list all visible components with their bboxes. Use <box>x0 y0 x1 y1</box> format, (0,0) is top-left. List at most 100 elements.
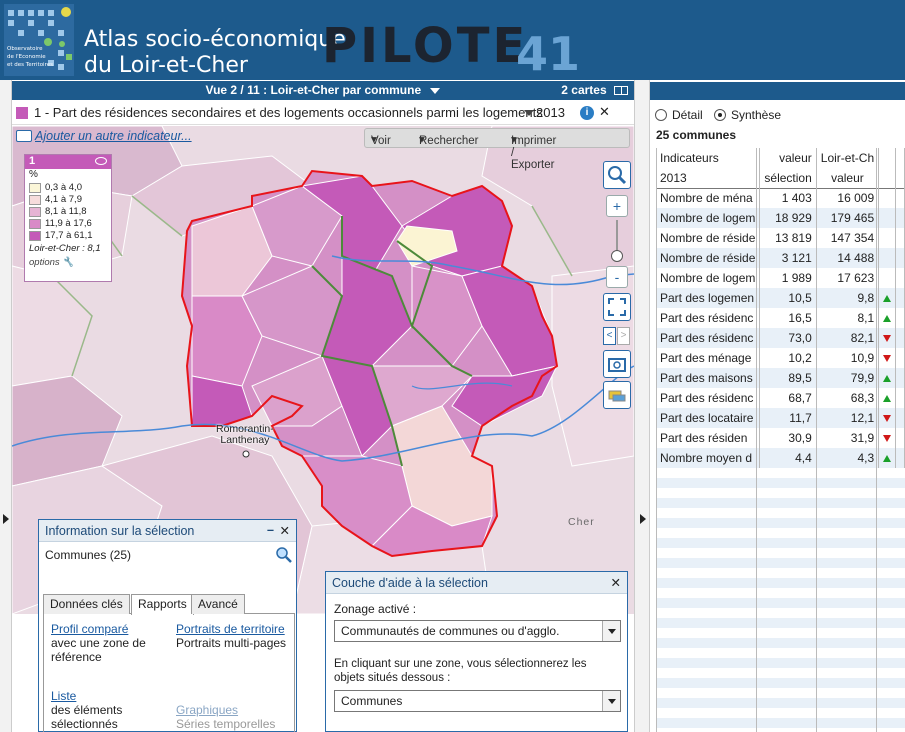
full-extent-button[interactable] <box>603 293 631 321</box>
indicator-dropdown-icon[interactable] <box>524 110 534 116</box>
tab-avance[interactable]: Avancé <box>191 594 245 614</box>
portraits-block: Portraits de territoire Portraits multi-… <box>176 622 286 650</box>
radio-synthese[interactable] <box>714 109 726 121</box>
indicator-name: Part des résiden <box>656 428 761 448</box>
selection-value: 89,5 <box>759 368 817 388</box>
table-row[interactable]: Nombre de ména 1 403 16 009 <box>656 188 905 208</box>
tab-strip: Données clés Rapports Avancé <box>43 594 295 615</box>
close-indicator-icon[interactable]: ✕ <box>599 104 610 120</box>
table-row[interactable]: Part des résidenc 68,7 68,3 <box>656 388 905 408</box>
imprimer-menu[interactable]: Imprimer / Exporter ▾ <box>511 132 556 171</box>
tab-rapports[interactable]: Rapports <box>131 594 194 615</box>
graph-link[interactable]: Graphiques <box>176 703 275 717</box>
maps-count[interactable]: 2 cartes <box>561 83 628 97</box>
table-row[interactable]: Part des résidenc 16,5 8,1 <box>656 308 905 328</box>
legend-swatch <box>29 207 41 217</box>
liste-link[interactable]: Liste <box>51 689 122 703</box>
add-indicator-link[interactable]: Ajouter un autre indicateur... <box>16 129 192 143</box>
trend-cell <box>878 208 897 228</box>
camera-icon <box>608 358 626 372</box>
selection-value: 13 819 <box>759 228 817 248</box>
trend-cell <box>878 388 897 408</box>
help-panel-header: Couche d'aide à la sélection ✕ <box>326 572 627 594</box>
zonage-value: Communautés de communes ou d'agglo. <box>341 624 560 638</box>
radio-detail[interactable] <box>655 109 667 121</box>
objets-select[interactable]: Communes <box>334 690 621 712</box>
brand-number: 41 <box>516 27 581 81</box>
add-indicator-text: Ajouter un autre indicateur... <box>35 129 192 143</box>
chevron-down-icon[interactable] <box>602 621 620 641</box>
expand-right-icon[interactable] <box>640 514 646 524</box>
legend-class-label: 17,7 à 61,1 <box>45 230 93 241</box>
left-collapse-bar[interactable] <box>0 80 12 732</box>
table-row[interactable]: Nombre de réside 13 819 147 354 <box>656 228 905 248</box>
legend-swatch <box>29 231 41 241</box>
info-icon[interactable]: i <box>580 106 594 120</box>
col-ref[interactable]: Loir-et-Ch <box>816 148 880 168</box>
city-label-line2: Lanthenay <box>220 434 270 446</box>
indicator-label[interactable]: 1 - Part des résidences secondaires et d… <box>34 105 543 120</box>
minimize-icon[interactable]: – <box>267 523 274 537</box>
graph-block: Graphiques Séries temporelles <box>176 703 275 731</box>
wrench-icon[interactable]: 🔧 <box>62 257 74 268</box>
trend-up-icon <box>883 315 892 322</box>
table-row[interactable]: Nombre de réside 3 121 14 488 <box>656 248 905 268</box>
close-icon[interactable]: ✕ <box>280 523 290 538</box>
table-header-row: 2013 sélection valeur <box>656 168 905 188</box>
tab-donnees-cles[interactable]: Données clés <box>43 594 130 614</box>
layers-button[interactable] <box>603 381 631 409</box>
report-header-bar <box>650 82 905 100</box>
table-row[interactable]: Nombre de logem 1 989 17 623 <box>656 268 905 288</box>
liste-desc-1: des éléments <box>51 703 123 717</box>
objets-value: Communes <box>341 694 403 708</box>
close-icon[interactable]: ✕ <box>611 575 621 590</box>
selection-help-panel: Couche d'aide à la sélection ✕ Zonage ac… <box>325 571 628 732</box>
splitter-bar[interactable] <box>634 80 650 732</box>
zoom-select-button[interactable] <box>603 161 631 189</box>
chevron-down-icon[interactable] <box>602 691 620 711</box>
eye-icon[interactable] <box>95 157 107 165</box>
col-indicateurs[interactable]: Indicateurs <box>656 148 761 168</box>
legend-options[interactable]: options 🔧 <box>25 257 111 268</box>
prev-view-button[interactable]: < <box>603 327 616 345</box>
next-view-button[interactable]: > <box>617 327 630 345</box>
zonage-select[interactable]: Communautés de communes ou d'agglo. <box>334 620 621 642</box>
view-selector[interactable]: Vue 2 / 11 : Loir-et-Cher par commune <box>12 83 634 97</box>
profil-link[interactable]: Profil comparé <box>51 622 146 636</box>
two-maps-icon[interactable] <box>614 86 628 96</box>
profil-block: Profil comparé avec une zone de référenc… <box>51 622 146 664</box>
indicator-year[interactable]: 2013 <box>536 105 565 120</box>
table-row[interactable]: Part des maisons 89,5 79,9 <box>656 368 905 388</box>
reference-value: 9,8 <box>816 288 880 308</box>
legend-class: 17,7 à 61,1 <box>29 230 111 242</box>
zoom-in-button[interactable]: + <box>606 195 628 217</box>
liste-desc-2: sélectionnés <box>51 717 118 731</box>
trend-cell <box>878 348 897 368</box>
table-row[interactable]: Part des ménage 10,2 10,9 <box>656 348 905 368</box>
table-row[interactable]: Nombre de logem 18 929 179 465 <box>656 208 905 228</box>
rechercher-menu[interactable]: Rechercher ▾ <box>419 132 478 147</box>
imprimer-label: Imprimer / Exporter <box>511 135 557 171</box>
zoom-slider-handle[interactable] <box>611 250 623 262</box>
table-row[interactable]: Part des résiden 30,9 31,9 <box>656 428 905 448</box>
portraits-link[interactable]: Portraits de territoire <box>176 622 286 636</box>
trend-cell <box>878 408 897 428</box>
table-row[interactable]: Part des logemen 10,5 9,8 <box>656 288 905 308</box>
help-panel-title: Couche d'aide à la sélection <box>332 576 488 590</box>
col-valeur[interactable]: valeur <box>759 148 817 168</box>
table-row[interactable]: Part des locataire 11,7 12,1 <box>656 408 905 428</box>
table-row[interactable]: Part des résidenc 73,0 82,1 <box>656 328 905 348</box>
trend-cell <box>878 248 897 268</box>
liste-block: Liste des éléments sélectionnés <box>51 689 122 731</box>
zoom-out-button[interactable]: - <box>606 266 628 288</box>
panel-title: Information sur la sélection <box>45 524 195 538</box>
search-icon[interactable] <box>275 546 293 564</box>
expand-left-icon[interactable] <box>3 514 9 524</box>
snapshot-button[interactable] <box>603 350 631 378</box>
chevron-down-icon[interactable] <box>430 87 441 94</box>
app-title-line1: Atlas socio-économique <box>84 27 346 52</box>
table-row[interactable]: Nombre moyen d 4,4 4,3 <box>656 448 905 468</box>
voir-menu[interactable]: Voir ▾ <box>371 132 391 147</box>
table-filler <box>656 468 905 732</box>
legend-class-label: 8,1 à 11,8 <box>45 206 87 217</box>
